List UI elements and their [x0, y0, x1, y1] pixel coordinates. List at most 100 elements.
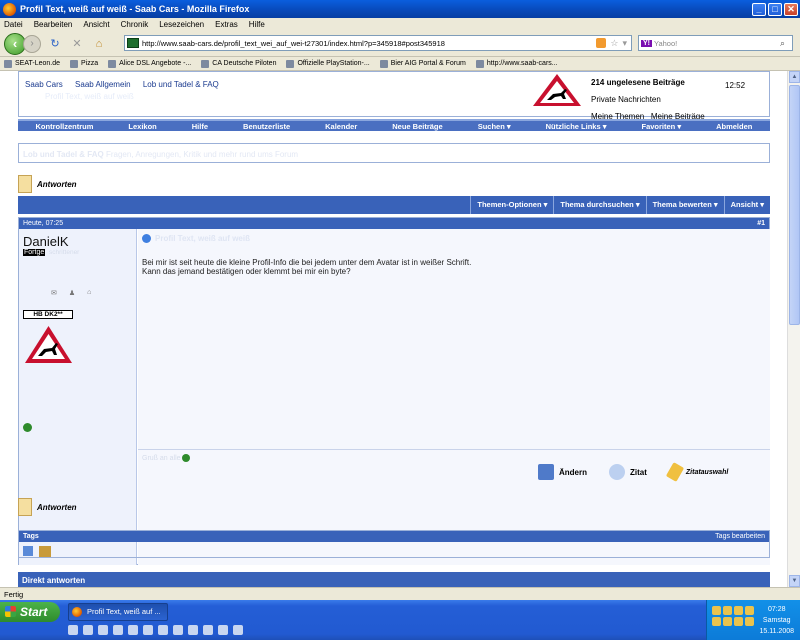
email-icon[interactable]: ✉ [51, 289, 57, 297]
quicklaunch-icon-1[interactable] [68, 625, 78, 635]
url-dropdown-icon[interactable]: ▾ [622, 38, 627, 49]
menu-item-extras[interactable]: Extras [215, 20, 238, 29]
url-bar[interactable]: http://www.saab-cars.de/profil_text_wei_… [124, 35, 632, 51]
quicklaunch-icon-10[interactable] [203, 625, 213, 635]
tray-icon-7[interactable] [734, 617, 743, 626]
bookmark-bier-aig[interactable]: Bier AIG Portal & Forum [379, 59, 466, 68]
window-title: Profil Text, weiß auf weiß - Saab Cars -… [20, 4, 250, 14]
tab-lexikon[interactable]: Lexikon [128, 122, 156, 131]
close-button[interactable]: ✕ [784, 2, 798, 16]
quicklaunch-icon-2[interactable] [83, 625, 93, 635]
thread-options-menu[interactable]: Themen-Optionen ▾ [470, 196, 553, 214]
user-avatar-deer-sign-icon [25, 326, 72, 363]
profile-icon[interactable]: ♟ [69, 289, 75, 297]
tab-suchen[interactable]: Suchen ▾ [478, 122, 511, 131]
search-box[interactable]: Y! Yahoo! ⌕ [638, 35, 793, 51]
menu-bar: Datei Bearbeiten Ansicht Chronik Lesezei… [0, 18, 800, 31]
menu-item-chronik[interactable]: Chronik [121, 20, 149, 29]
private-messages-link[interactable]: Private Nachrichten [591, 91, 705, 108]
tray-icon-8[interactable] [745, 617, 754, 626]
reply-button-top[interactable]: Antworten [18, 175, 77, 193]
bookmark-ca-piloten[interactable]: CA Deutsche Piloten [201, 59, 276, 68]
search-placeholder: Yahoo! [654, 38, 678, 48]
tab-abmelden[interactable]: Abmelden [716, 122, 752, 131]
tray-icon-3[interactable] [734, 606, 743, 615]
window-titlebar: Profil Text, weiß auf weiß - Saab Cars -… [0, 0, 800, 18]
reload-icon[interactable]: ↻ [47, 36, 63, 52]
bookmark-playstation[interactable]: Offizielle PlayStation-... [286, 59, 370, 68]
rate-thread-menu[interactable]: Thema bewerten ▾ [645, 196, 724, 214]
url-text: http://www.saab-cars.de/profil_text_wei_… [142, 38, 445, 48]
forward-button[interactable]: › [23, 34, 41, 53]
tray-icon-5[interactable] [712, 617, 721, 626]
bookmark-pizza[interactable]: Pizza [70, 59, 98, 68]
unread-posts-link[interactable]: 214 ungelesene Beiträge [591, 74, 705, 91]
bookmarks-toolbar: SEAT-Leon.de Pizza Alice DSL Angebote -.… [0, 57, 800, 71]
forum-header: Saab Cars Saab Allgemein Lob und Tadel &… [18, 71, 770, 121]
breadcrumb-saab-allgemein[interactable]: Saab Allgemein [75, 80, 131, 89]
tray-icon-2[interactable] [723, 606, 732, 615]
quicklaunch-icon-5[interactable] [128, 625, 138, 635]
tab-hilfe[interactable]: Hilfe [192, 122, 208, 131]
search-thread-menu[interactable]: Thema durchsuchen ▾ [553, 196, 645, 214]
quicklaunch-icon-4[interactable] [113, 625, 123, 635]
bookmark-alice-dsl[interactable]: Alice DSL Angebote -... [108, 59, 191, 68]
quicklaunch-icon-11[interactable] [218, 625, 228, 635]
quicklaunch-icon-8[interactable] [173, 625, 183, 635]
view-menu[interactable]: Ansicht ▾ [723, 196, 770, 214]
page-scrollbar[interactable]: ▲ ▼ [787, 71, 800, 587]
quicklaunch-icon-12[interactable] [233, 625, 243, 635]
home-icon[interactable]: ⌂ [91, 36, 107, 52]
tray-clock[interactable]: 07:28 Samstag 15.11.2008 [759, 604, 794, 637]
multiquote-button[interactable]: Zitatauswahl [665, 462, 728, 482]
bookmark-icon [70, 59, 79, 68]
tab-kalender[interactable]: Kalender [325, 122, 357, 131]
menu-item-hilfe[interactable]: Hilfe [249, 20, 265, 29]
tab-favoriten[interactable]: Favoriten ▾ [641, 122, 681, 131]
rss-icon[interactable] [596, 38, 607, 48]
edit-post-button[interactable]: Ändern [538, 464, 587, 480]
quicklaunch-icon-9[interactable] [188, 625, 198, 635]
tab-neue-beitraege[interactable]: Neue Beiträge [392, 122, 442, 131]
tab-kontrollzentrum[interactable]: Kontrollzentrum [36, 122, 94, 131]
menu-item-ansicht[interactable]: Ansicht [83, 20, 109, 29]
tray-icon-4[interactable] [745, 606, 754, 615]
forum-desc-title[interactable]: Lob und Tadel & FAQ [23, 150, 104, 159]
homepage-icon[interactable]: ⌂ [87, 289, 91, 297]
scroll-down-arrow-icon[interactable]: ▼ [789, 575, 800, 587]
menu-item-lesezeichen[interactable]: Lesezeichen [159, 20, 204, 29]
yahoo-engine-icon[interactable]: Y! [641, 39, 652, 47]
tray-icon-1[interactable] [712, 606, 721, 615]
pencil-icon [665, 462, 685, 482]
start-button[interactable]: Start [0, 602, 60, 622]
post-number-link[interactable]: #1 [757, 220, 765, 227]
breadcrumb-home[interactable]: Saab Cars [25, 80, 63, 89]
direct-reply-header[interactable]: Direkt antworten [18, 572, 770, 587]
windows-taskbar: Start Profil Text, weiß auf ... 07:28 Sa… [0, 600, 800, 640]
quicklaunch-icon-7[interactable] [158, 625, 168, 635]
breadcrumb-lob-tadel[interactable]: Lob und Tadel & FAQ [143, 80, 219, 89]
edit-tags-link[interactable]: Tags bearbeiten [715, 533, 765, 540]
tab-nuetzliche-links[interactable]: Nützliche Links ▾ [546, 122, 607, 131]
bookmark-star-icon[interactable]: ☆ [610, 38, 618, 49]
stop-icon[interactable]: ✕ [69, 36, 85, 52]
quote-button[interactable]: Zitat [609, 464, 647, 480]
bookmark-saab-cars[interactable]: http://www.saab-cars... [475, 59, 558, 68]
menu-item-datei[interactable]: Datei [4, 20, 23, 29]
minimize-button[interactable]: _ [752, 2, 766, 16]
tab-benutzerliste[interactable]: Benutzerliste [243, 122, 290, 131]
maximize-button[interactable]: □ [768, 2, 782, 16]
quicklaunch-icon-6[interactable] [143, 625, 153, 635]
scrollbar-thumb[interactable] [789, 85, 800, 325]
quicklaunch-icon-3[interactable] [98, 625, 108, 635]
taskbar-item-firefox[interactable]: Profil Text, weiß auf ... [68, 603, 168, 621]
online-status-icon [23, 423, 32, 432]
username-link[interactable]: DanielK [23, 234, 69, 249]
scroll-up-arrow-icon[interactable]: ▲ [789, 71, 800, 83]
breadcrumb: Saab Cars Saab Allgemein Lob und Tadel &… [25, 80, 229, 89]
tray-icon-6[interactable] [723, 617, 732, 626]
reply-button-bottom[interactable]: Antworten [18, 498, 77, 516]
bookmark-seat-leon[interactable]: SEAT-Leon.de [4, 59, 60, 68]
menu-item-bearbeiten[interactable]: Bearbeiten [34, 20, 73, 29]
search-icon[interactable]: ⌕ [780, 38, 792, 49]
